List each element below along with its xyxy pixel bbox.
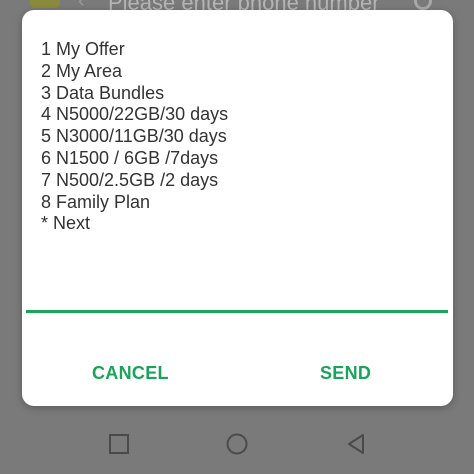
menu-line: 1 My Offer (41, 39, 125, 59)
back-triangle-icon[interactable] (344, 432, 368, 456)
ussd-dialog: 1 My Offer 2 My Area 3 Data Bundles 4 N5… (22, 10, 453, 406)
ussd-menu: 1 My Offer 2 My Area 3 Data Bundles 4 N5… (41, 39, 228, 235)
ussd-reply-input[interactable] (26, 290, 448, 313)
menu-line: * Next (41, 213, 91, 234)
menu-line: 7 N500/2.5GB /2 days (41, 169, 219, 190)
menu-line: 2 My Area (41, 60, 123, 81)
menu-line: 6 N1500 / 6GB /7days (41, 147, 219, 168)
menu-line: 4 N5000/22GB/30 days (41, 104, 229, 125)
send-button[interactable]: SEND (314, 358, 377, 388)
menu-line: 5 N3000/11GB/30 days (41, 126, 227, 147)
contact-icon (414, 0, 432, 10)
navigation-bar (0, 415, 474, 474)
recents-square-icon[interactable] (107, 432, 131, 456)
cancel-button[interactable]: CANCEL (86, 358, 175, 388)
carrier-logo (30, 0, 60, 8)
menu-line: 3 Data Bundles (41, 82, 165, 103)
menu-line: 8 Family Plan (41, 191, 151, 212)
home-circle-icon[interactable] (225, 432, 249, 456)
